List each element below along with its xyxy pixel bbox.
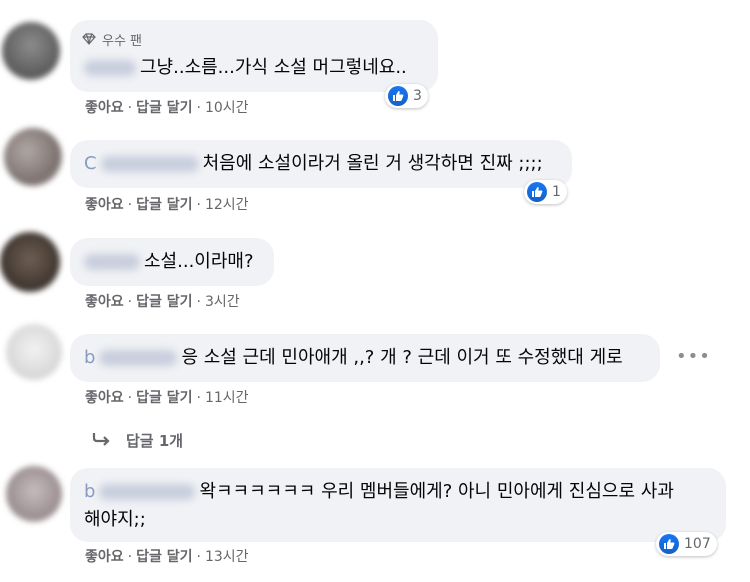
avatar[interactable]: [0, 232, 60, 292]
author-name[interactable]: [100, 156, 199, 172]
comment-actions: 좋아요 · 답글 달기 · 11시간: [85, 387, 249, 407]
separator: ·: [127, 390, 133, 406]
reply-link[interactable]: 답글 달기: [136, 549, 192, 565]
comment-text-row: 그냥..소름...가식 소설 머그렇네요..: [84, 56, 407, 80]
timestamp[interactable]: 11시간: [205, 390, 249, 406]
comment-text-row: C 처음에 소설이라거 올린 거 생각하면 진짜 ;;;;: [84, 152, 543, 176]
avatar[interactable]: [2, 22, 60, 80]
author-name[interactable]: [99, 350, 178, 366]
comment-text: 소설...이라매?: [144, 251, 254, 272]
like-icon: [388, 86, 408, 106]
timestamp[interactable]: 12시간: [205, 197, 249, 213]
reply-link[interactable]: 답글 달기: [136, 100, 192, 116]
comment-bubble: 소설...이라매?: [70, 238, 274, 286]
reaction-summary[interactable]: 107: [656, 532, 717, 556]
like-icon: [527, 182, 547, 202]
avatar[interactable]: [6, 324, 62, 380]
comment-actions: 좋아요 · 답글 달기 · 3시간: [85, 291, 240, 311]
separator: ·: [196, 100, 201, 116]
like-link[interactable]: 좋아요: [85, 390, 124, 406]
separator: ·: [127, 100, 133, 116]
author-name-prefix[interactable]: b: [84, 481, 95, 502]
comment-text-line-1: 왁ㅋㅋㅋㅋㅋㅋ 우리 멤버들에게? 아니 민아에게 진심으로 사과: [199, 481, 674, 502]
avatar[interactable]: [4, 128, 62, 186]
author-name-prefix[interactable]: b: [84, 347, 95, 368]
reaction-summary[interactable]: 3: [385, 84, 428, 108]
like-icon: [659, 534, 679, 554]
comment-text-line-2: 해야지;;: [84, 509, 146, 530]
comment-text-row: 소설...이라매?: [84, 250, 254, 274]
like-link[interactable]: 좋아요: [85, 549, 124, 565]
reply-arrow-icon: [92, 432, 112, 450]
reaction-count: 1: [552, 184, 561, 200]
separator: ·: [196, 294, 201, 310]
diamond-icon: [82, 30, 96, 54]
comment-text-row: b 응 소설 근데 민아애개 ,,? 개 ? 근데 이거 또 수정했대 게로: [84, 346, 623, 370]
comment-bubble: b 왁ㅋㅋㅋㅋㅋㅋ 우리 멤버들에게? 아니 민아에게 진심으로 사과 해야지;;: [70, 468, 726, 542]
avatar[interactable]: [6, 466, 62, 522]
reply-link[interactable]: 답글 달기: [136, 294, 192, 310]
comment-actions: 좋아요 · 답글 달기 · 12시간: [85, 194, 249, 214]
reply-link[interactable]: 답글 달기: [136, 197, 192, 213]
comment-actions: 좋아요 · 답글 달기 · 10시간: [85, 97, 249, 117]
timestamp[interactable]: 13시간: [205, 549, 249, 565]
top-fan-badge: 우수 팬: [82, 30, 142, 54]
reaction-count: 107: [684, 536, 711, 552]
view-replies[interactable]: 답글 1개: [92, 430, 183, 451]
separator: ·: [196, 390, 201, 406]
reaction-summary[interactable]: 1: [524, 180, 567, 204]
author-name-prefix[interactable]: C: [84, 153, 97, 174]
comment-text-row: b 왁ㅋㅋㅋㅋㅋㅋ 우리 멤버들에게? 아니 민아에게 진심으로 사과: [84, 480, 674, 504]
author-name[interactable]: [99, 484, 196, 500]
author-name[interactable]: [84, 254, 140, 270]
like-link[interactable]: 좋아요: [85, 197, 124, 213]
comment-actions: 좋아요 · 답글 달기 · 13시간: [85, 546, 249, 566]
separator: ·: [196, 197, 201, 213]
reply-link[interactable]: 답글 달기: [136, 390, 192, 406]
replies-count-label[interactable]: 답글 1개: [126, 430, 183, 451]
like-link[interactable]: 좋아요: [85, 100, 124, 116]
separator: ·: [127, 549, 133, 565]
comment-bubble: C 처음에 소설이라거 올린 거 생각하면 진짜 ;;;;: [70, 140, 572, 188]
comment-text: 그냥..소름...가식 소설 머그렇네요..: [140, 57, 407, 78]
author-name[interactable]: [84, 60, 136, 76]
like-link[interactable]: 좋아요: [85, 294, 124, 310]
timestamp[interactable]: 3시간: [205, 294, 240, 310]
comment-text: 처음에 소설이라거 올린 거 생각하면 진짜 ;;;;: [202, 153, 543, 174]
separator: ·: [196, 549, 201, 565]
comment-bubble: b 응 소설 근데 민아애개 ,,? 개 ? 근데 이거 또 수정했대 게로: [70, 334, 660, 382]
reaction-count: 3: [413, 88, 422, 104]
separator: ·: [127, 294, 133, 310]
timestamp[interactable]: 10시간: [205, 100, 249, 116]
more-options-icon[interactable]: •••: [676, 346, 711, 367]
comment-text: 응 소설 근데 민아애개 ,,? 개 ? 근데 이거 또 수정했대 게로: [181, 347, 623, 368]
separator: ·: [127, 197, 133, 213]
comment-bubble: 우수 팬 그냥..소름...가식 소설 머그렇네요..: [70, 20, 438, 92]
